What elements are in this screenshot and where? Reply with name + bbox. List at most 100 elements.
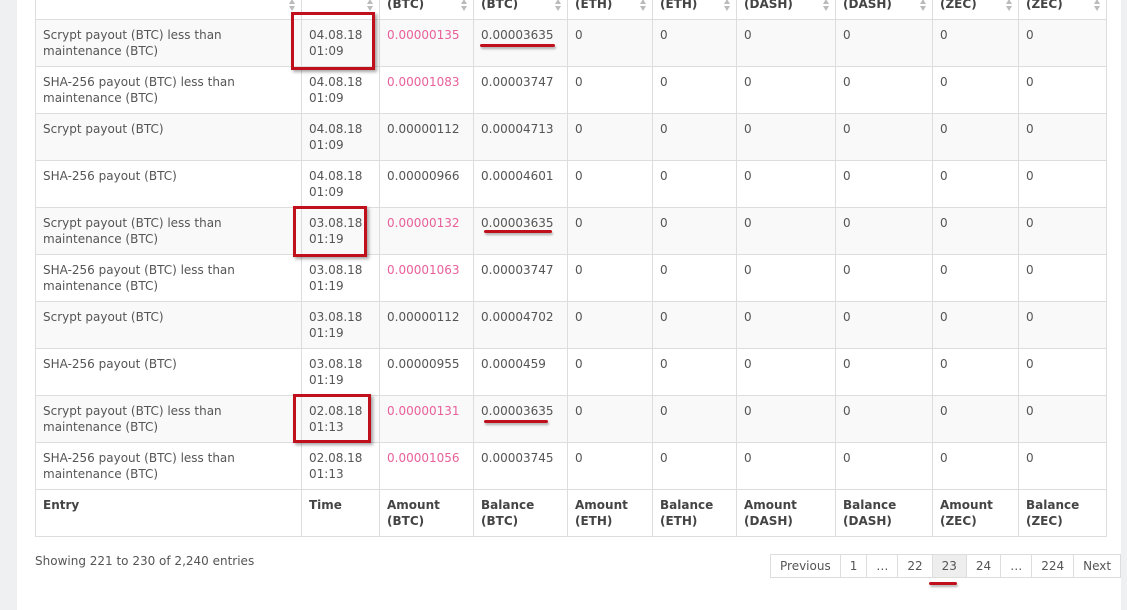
footer-header-cell: Entry xyxy=(35,489,302,537)
col-header-entry[interactable] xyxy=(35,0,302,20)
page-button-23[interactable]: 23 xyxy=(931,554,967,578)
amount-zec-cell: 0 xyxy=(932,348,1019,396)
amount-btc-cell: 0.00000131 xyxy=(379,395,474,443)
time-text: 01:09 xyxy=(309,91,344,105)
col-header-amount-dash[interactable]: (DASH) xyxy=(736,0,836,20)
amount-zec-cell: 0 xyxy=(932,160,1019,208)
col-header-amount-eth[interactable]: (ETH) xyxy=(567,0,653,20)
amount-btc-cell: 0.00000955 xyxy=(379,348,474,396)
col-header-time[interactable] xyxy=(301,0,380,20)
col-header-balance-eth[interactable]: (ETH) xyxy=(652,0,737,20)
footer-header-cell: Balance (ETH) xyxy=(652,489,737,537)
balance-eth-cell: 0 xyxy=(652,442,737,490)
balance-btc-cell: 0.00004601 xyxy=(473,160,568,208)
balance-btc-cell: 0.00003747 xyxy=(473,254,568,302)
col-header-balance-btc[interactable]: (BTC) xyxy=(473,0,568,20)
time-cell: 04.08.18 01:09 xyxy=(301,19,380,67)
pagination: Previous 1… 22 23 24… 224 Next xyxy=(770,554,1122,578)
balance-eth-cell: 0 xyxy=(652,395,737,443)
sort-icon xyxy=(724,0,731,11)
time-cell: 02.08.18 01:13 xyxy=(301,395,380,443)
amount-zec-cell: 0 xyxy=(932,113,1019,161)
time-cell: 04.08.18 01:09 xyxy=(301,160,380,208)
date-text: 04.08.18 xyxy=(309,169,363,183)
balance-btc-cell: 0.00003635 xyxy=(473,207,568,255)
amount-btc-cell: 0.00000966 xyxy=(379,160,474,208)
balance-dash-cell: 0 xyxy=(835,207,933,255)
amount-btc-cell: 0.00001056 xyxy=(379,442,474,490)
balance-zec-cell: 0 xyxy=(1018,442,1107,490)
balance-eth-cell: 0 xyxy=(652,19,737,67)
col-header-label: (ZEC) xyxy=(1026,0,1063,11)
amount-btc-cell: 0.00001063 xyxy=(379,254,474,302)
col-header-label: (BTC) xyxy=(387,0,425,11)
amount-dash-cell: 0 xyxy=(736,113,836,161)
time-cell: 03.08.18 01:19 xyxy=(301,207,380,255)
sort-icon xyxy=(823,0,830,11)
table-row: SHA-256 payout (BTC) less than maintenan… xyxy=(35,66,1107,114)
time-text: 01:13 xyxy=(309,467,344,481)
table-row: SHA-256 payout (BTC) 03.08.18 01:19 0.00000… xyxy=(35,348,1107,396)
time-cell: 04.08.18 01:09 xyxy=(301,113,380,161)
amount-btc-cell: 0.00000112 xyxy=(379,113,474,161)
footer-label: Amount xyxy=(744,498,797,512)
balance-zec-cell: 0 xyxy=(1018,113,1107,161)
col-header-amount-zec[interactable]: (ZEC) xyxy=(932,0,1019,20)
col-header-label: (ETH) xyxy=(575,0,613,11)
date-text: 04.08.18 xyxy=(309,75,363,89)
balance-dash-cell: 0 xyxy=(835,66,933,114)
amount-eth-cell: 0 xyxy=(567,207,653,255)
next-button[interactable]: Next xyxy=(1073,554,1122,578)
page-button-1[interactable]: 1 xyxy=(839,554,868,578)
footer-unit: (ETH) xyxy=(660,514,698,528)
date-text: 03.08.18 xyxy=(309,357,363,371)
amount-dash-cell: 0 xyxy=(736,207,836,255)
col-header-label: (BTC) xyxy=(481,0,519,11)
date-text: 03.08.18 xyxy=(309,263,363,277)
entry-cell: SHA-256 payout (BTC) less than maintenan… xyxy=(35,254,302,302)
entry-cell: SHA-256 payout (BTC) xyxy=(35,348,302,396)
amount-dash-cell: 0 xyxy=(736,442,836,490)
balance-zec-cell: 0 xyxy=(1018,348,1107,396)
previous-button[interactable]: Previous xyxy=(770,554,841,578)
page-button-22[interactable]: 22 xyxy=(897,554,933,578)
col-header-amount-btc[interactable]: (BTC) xyxy=(379,0,474,20)
amount-dash-cell: 0 xyxy=(736,19,836,67)
amount-eth-cell: 0 xyxy=(567,19,653,67)
col-header-balance-zec[interactable]: (ZEC) xyxy=(1018,0,1107,20)
page-button-224[interactable]: 224 xyxy=(1031,554,1075,578)
amount-dash-cell: 0 xyxy=(736,254,836,302)
balance-zec-cell: 0 xyxy=(1018,19,1107,67)
col-header-balance-dash[interactable]: (DASH) xyxy=(835,0,933,20)
date-text: 04.08.18 xyxy=(309,28,363,42)
balance-dash-cell: 0 xyxy=(835,348,933,396)
footer-header-cell: Balance (DASH) xyxy=(835,489,933,537)
amount-dash-cell: 0 xyxy=(736,66,836,114)
col-header-label: (ETH) xyxy=(660,0,698,11)
amount-eth-cell: 0 xyxy=(567,348,653,396)
entry-cell: Scrypt payout (BTC) less than maintenanc… xyxy=(35,19,302,67)
time-cell: 03.08.18 01:19 xyxy=(301,348,380,396)
table-footer-row: Entry Time Amount (BTC) Balance (BTC) Amount (E… xyxy=(35,489,1107,537)
entry-cell: SHA-256 payout (BTC) less than maintenan… xyxy=(35,442,302,490)
sort-icon xyxy=(1094,0,1101,11)
page-button-24[interactable]: 24 xyxy=(965,554,1002,578)
amount-zec-cell: 0 xyxy=(932,66,1019,114)
table-row: SHA-256 payout (BTC) less than maintenan… xyxy=(35,442,1107,490)
time-cell: 03.08.18 01:19 xyxy=(301,301,380,349)
balance-eth-cell: 0 xyxy=(652,348,737,396)
balance-zec-cell: 0 xyxy=(1018,66,1107,114)
sort-icon xyxy=(555,0,562,11)
sort-icon xyxy=(289,0,296,11)
balance-zec-cell: 0 xyxy=(1018,207,1107,255)
balance-btc-cell: 0.00003635 xyxy=(473,395,568,443)
footer-label: Time xyxy=(309,498,342,512)
amount-dash-cell: 0 xyxy=(736,301,836,349)
balance-zec-cell: 0 xyxy=(1018,160,1107,208)
amount-zec-cell: 0 xyxy=(932,19,1019,67)
date-text: 02.08.18 xyxy=(309,451,363,465)
amount-eth-cell: 0 xyxy=(567,442,653,490)
amount-eth-cell: 0 xyxy=(567,301,653,349)
entries-info: Showing 221 to 230 of 2,240 entries xyxy=(35,554,255,568)
col-header-label: (DASH) xyxy=(843,0,892,11)
